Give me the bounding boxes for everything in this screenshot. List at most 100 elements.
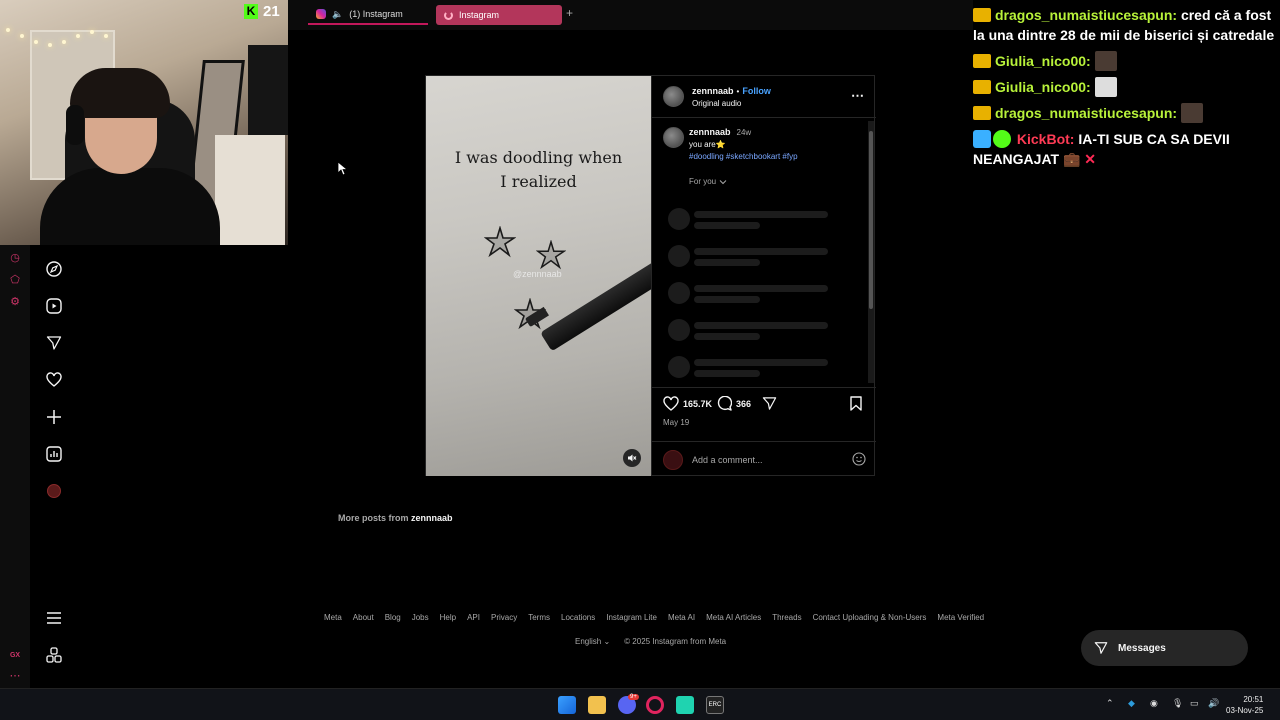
- more-posts-user[interactable]: zennnaab: [411, 513, 453, 523]
- direct-icon: [1094, 642, 1108, 654]
- profile-avatar[interactable]: [45, 482, 63, 500]
- chat-message: Giulia_nico00:: [973, 51, 1278, 71]
- settings-icon[interactable]: ⚙: [9, 296, 21, 308]
- clock-date: 03-Nov-25: [1226, 706, 1264, 715]
- caption-avatar[interactable]: [663, 127, 684, 148]
- chat-text: IA-TI SUB CA SA DEVII NEANGAJAT: [973, 131, 1230, 167]
- muted-speaker-icon: [628, 454, 637, 462]
- author-username[interactable]: zennnaab: [692, 86, 734, 96]
- caption-username[interactable]: zennnaab: [689, 127, 731, 137]
- footer-link[interactable]: Meta: [324, 613, 342, 622]
- moderator-badge-icon: [973, 130, 991, 148]
- post-header: zennnaab • Follow Original audio ⋯: [652, 76, 876, 118]
- footer-link[interactable]: About: [353, 613, 374, 622]
- microphone-icon[interactable]: 🎙: [1172, 698, 1183, 709]
- reels-icon[interactable]: [45, 297, 63, 315]
- more-posts-heading: More posts from zennnaab: [338, 513, 453, 523]
- copyright: © 2025 Instagram from Meta: [624, 637, 727, 646]
- terminal-icon[interactable]: ERC: [706, 696, 724, 714]
- language-selector[interactable]: English ⌄: [575, 637, 610, 646]
- tray-app-icon[interactable]: ◆: [1128, 698, 1135, 709]
- footer-link[interactable]: Contact Uploading & Non-Users: [813, 613, 927, 622]
- extensions-icon[interactable]: ⬠: [9, 274, 21, 286]
- footer-links: Meta About Blog Jobs Help API Privacy Terms Loca…: [324, 613, 984, 622]
- footer-link[interactable]: Blog: [385, 613, 401, 622]
- share-button[interactable]: [762, 396, 777, 411]
- new-tab-button[interactable]: +: [566, 6, 573, 20]
- start-button-icon[interactable]: [558, 696, 576, 714]
- direct-icon[interactable]: [45, 334, 63, 352]
- more-icon[interactable]: ⋯: [9, 670, 21, 682]
- instagram-nav: [30, 245, 78, 688]
- comment-button[interactable]: 366: [717, 396, 751, 411]
- tray-chevron-icon[interactable]: ⌃: [1106, 698, 1114, 709]
- create-icon[interactable]: [45, 408, 63, 426]
- app-icon[interactable]: [676, 696, 694, 714]
- chat-username: Giulia_nico00:: [995, 53, 1091, 69]
- follow-button[interactable]: Follow: [742, 86, 771, 96]
- volume-icon[interactable]: 🔊: [1208, 698, 1219, 709]
- dashboard-icon[interactable]: [45, 445, 63, 463]
- scrollbar-thumb[interactable]: [869, 131, 873, 309]
- tab-instagram-2[interactable]: Instagram: [436, 5, 562, 25]
- sort-dropdown[interactable]: For you: [689, 177, 727, 186]
- footer-link[interactable]: Help: [440, 613, 456, 622]
- caption-hashtags[interactable]: #doodling #sketchbookart #fyp: [689, 152, 798, 161]
- webcam-tv: [248, 45, 288, 135]
- system-clock[interactable]: 20:51 03-Nov-25: [1226, 694, 1263, 716]
- footer-link[interactable]: Meta AI: [668, 613, 695, 622]
- windows-taskbar: 9+ ERC ⌃ ◆ ◉ 🎙 ▭ 🔊 20:51 03-Nov-25: [0, 688, 1280, 720]
- comments-scrollbar[interactable]: [868, 121, 874, 383]
- mute-button[interactable]: [623, 449, 641, 467]
- tab-label: (1) Instagram: [349, 9, 403, 19]
- footer-link[interactable]: Jobs: [412, 613, 429, 622]
- history-icon[interactable]: ◷: [9, 252, 21, 264]
- briefcase-emoji-icon: 💼: [1062, 151, 1081, 167]
- footer-link[interactable]: Locations: [561, 613, 595, 622]
- stream-chat-overlay: dragos_numaistiucesapun: cred că a fost …: [973, 5, 1278, 175]
- also-from-meta-icon[interactable]: [45, 646, 63, 664]
- gx-icon[interactable]: GX: [9, 650, 21, 662]
- chat-message: dragos_numaistiucesapun:: [973, 103, 1278, 123]
- like-button[interactable]: 165.7K: [663, 396, 712, 411]
- comment-icon: [717, 396, 732, 411]
- crown-badge-icon: [973, 80, 991, 94]
- opera-gx-icon[interactable]: [646, 696, 664, 714]
- explore-icon[interactable]: [45, 260, 63, 278]
- comment-skeleton: [668, 356, 838, 380]
- streamer-hair: [70, 68, 170, 118]
- speaker-icon[interactable]: 🔈: [332, 9, 343, 20]
- post-media[interactable]: I was doodling when I realized @zennnaab: [426, 76, 651, 476]
- footer-link[interactable]: Privacy: [491, 613, 517, 622]
- author-avatar[interactable]: [663, 86, 684, 107]
- footer-link[interactable]: Threads: [772, 613, 801, 622]
- messages-button[interactable]: Messages: [1081, 630, 1248, 666]
- tray-discord-icon[interactable]: ◉: [1150, 698, 1158, 709]
- add-comment-input[interactable]: Add a comment...: [692, 455, 763, 465]
- file-explorer-icon[interactable]: [588, 696, 606, 714]
- doodle-star-icon: [536, 240, 566, 270]
- footer-link[interactable]: Meta AI Articles: [706, 613, 761, 622]
- comment-skeleton: [668, 282, 838, 306]
- footer-link[interactable]: Instagram Lite: [606, 613, 657, 622]
- footer-link[interactable]: Terms: [528, 613, 550, 622]
- network-icon[interactable]: ▭: [1190, 698, 1199, 709]
- emoji-icon[interactable]: [852, 452, 866, 466]
- menu-icon[interactable]: [45, 609, 63, 627]
- save-button[interactable]: [850, 396, 862, 411]
- tab-instagram-1[interactable]: 🔈 (1) Instagram: [308, 5, 428, 25]
- chevron-down-icon: [719, 179, 727, 184]
- chat-username: dragos_numaistiucesapun:: [995, 7, 1178, 23]
- kick-logo-icon: K: [244, 4, 258, 19]
- separator-dot: •: [736, 86, 740, 96]
- more-options-icon[interactable]: ⋯: [851, 88, 864, 104]
- media-text-line-2: I realized: [500, 172, 577, 191]
- loading-spinner-icon: [444, 10, 453, 20]
- audio-label[interactable]: Original audio: [692, 99, 741, 108]
- footer-link[interactable]: API: [467, 613, 480, 622]
- footer-link[interactable]: Meta Verified: [937, 613, 984, 622]
- add-comment-bar: Add a comment...: [652, 441, 876, 476]
- opera-sidebar: ◷ ⬠ ⚙ GX ⋯: [0, 245, 30, 688]
- heart-icon[interactable]: [45, 371, 63, 389]
- crown-badge-icon: [973, 54, 991, 68]
